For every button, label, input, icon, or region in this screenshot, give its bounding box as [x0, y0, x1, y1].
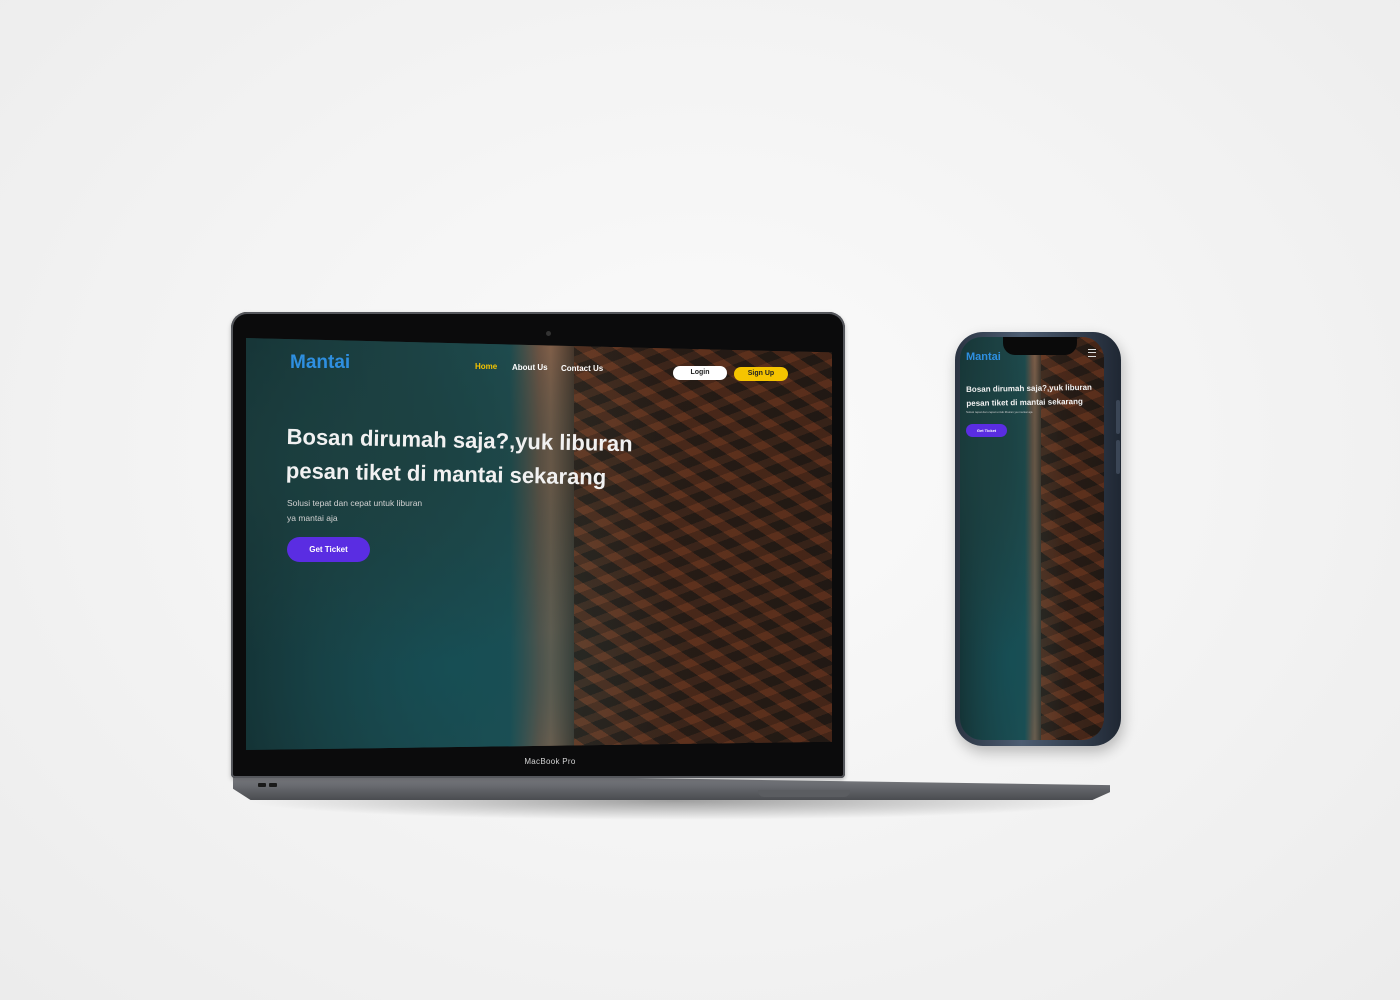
laptop-lid-notch: [758, 790, 850, 797]
hero-title-line: pesan tiket di mantai sekarang: [966, 396, 1083, 408]
site-logo[interactable]: Mantai: [290, 352, 350, 374]
nav-contact-us[interactable]: Contact Us: [561, 364, 603, 373]
phone-side-button: [1116, 440, 1120, 474]
camera-icon: [546, 331, 551, 336]
usb-port: [269, 783, 277, 787]
hero-subtitle: Solusi tepat dan cepat untuk liburan ya …: [966, 410, 1086, 414]
nav-home[interactable]: Home: [475, 362, 497, 371]
hero-subtitle-line: Solusi tepat dan cepat untuk liburan: [287, 498, 423, 508]
nav-about-us[interactable]: About Us: [512, 363, 548, 372]
signup-button[interactable]: Sign Up: [734, 367, 788, 381]
hero-subtitle-line: ya mantai aja: [287, 513, 338, 523]
phone-notch: [1003, 337, 1077, 355]
phone-side-button: [1116, 400, 1120, 434]
hero-title: Bosan dirumah saja?,yuk liburan pesan ti…: [286, 420, 667, 496]
laptop-model-label: MacBook Pro: [524, 757, 576, 766]
hero-subtitle-line: ya mantai aja: [1014, 410, 1033, 414]
get-ticket-button[interactable]: Get Ticket: [966, 424, 1007, 437]
phone-screen: Mantai Bosan dirumah saja?,yuk liburan p…: [960, 337, 1104, 740]
laptop-screen: Mantai Home About Us Contact Us Login Si…: [246, 338, 832, 750]
hero-subtitle-line: Solusi tepat dan cepat untuk liburan: [966, 410, 1014, 414]
usb-port: [258, 783, 266, 787]
site-logo[interactable]: Mantai: [966, 351, 1001, 363]
hero-subtitle: Solusi tepat dan cepat untuk liburan ya …: [287, 496, 447, 526]
hamburger-menu-icon[interactable]: [1088, 349, 1096, 357]
get-ticket-button[interactable]: Get Ticket: [287, 537, 370, 562]
login-button[interactable]: Login: [673, 366, 727, 380]
hero-title: Bosan dirumah saja?,yuk liburan pesan ti…: [966, 381, 1096, 411]
